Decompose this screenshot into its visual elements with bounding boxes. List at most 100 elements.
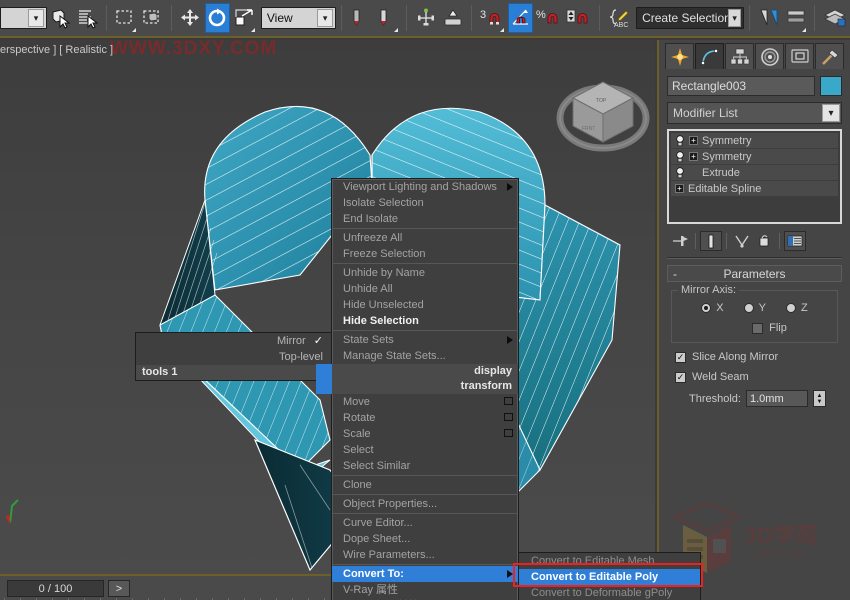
- object-name-input[interactable]: Rectangle003: [667, 76, 815, 96]
- object-color-swatch[interactable]: [820, 76, 842, 96]
- svg-text:3D学苑: 3D学苑: [745, 523, 817, 548]
- collapse-icon[interactable]: -: [673, 267, 677, 281]
- light-bulb-icon[interactable]: [675, 150, 685, 163]
- menu-item-manage-state-sets[interactable]: Manage State Sets...: [332, 348, 518, 364]
- menu-item-curve-editor[interactable]: Curve Editor...: [332, 515, 518, 531]
- select-by-name-icon[interactable]: [75, 3, 100, 33]
- pin-stack-icon[interactable]: [669, 231, 691, 251]
- submenu-item-editable-mesh[interactable]: Convert to Editable Mesh: [519, 553, 700, 569]
- menu-item-viewport-lighting[interactable]: Viewport Lighting and Shadows: [332, 179, 518, 195]
- settings-box-icon[interactable]: [504, 413, 513, 421]
- flip-checkbox[interactable]: [752, 322, 764, 334]
- hierarchy-tab[interactable]: [725, 43, 754, 69]
- spinner-snap-icon[interactable]: [565, 3, 593, 33]
- stack-item[interactable]: Extrude: [671, 165, 838, 180]
- menu-item-label: Convert To:: [343, 568, 404, 580]
- perspective-viewport[interactable]: erspective ] [ Realistic ] WWW.3DXY.COM …: [0, 40, 655, 574]
- mirror-flyout-icon[interactable]: [756, 3, 781, 33]
- stack-item[interactable]: + Symmetry: [671, 149, 838, 164]
- next-frame-button[interactable]: >: [108, 580, 130, 597]
- settings-box-icon[interactable]: [504, 429, 513, 437]
- stack-item[interactable]: + Editable Spline: [671, 181, 838, 196]
- weld-seam-checkbox[interactable]: ✓: [675, 371, 686, 383]
- menu-item-clone[interactable]: Clone: [332, 477, 518, 493]
- mirror-icon[interactable]: [440, 3, 465, 33]
- menu-item-object-properties[interactable]: Object Properties...: [332, 496, 518, 512]
- quad-left-item-top-level[interactable]: Top-level: [136, 349, 331, 365]
- threshold-spinner[interactable]: ▲ ▼: [812, 390, 826, 407]
- submenu-item-deformable-gpoly[interactable]: Convert to Deformable gPoly: [519, 585, 700, 600]
- align-icon[interactable]: [413, 3, 438, 33]
- named-selection-set-combo[interactable]: Create Selection Set ▾: [636, 7, 745, 29]
- menu-item-hide-selection[interactable]: Hide Selection: [332, 313, 518, 329]
- render-setup-icon[interactable]: [821, 3, 849, 33]
- snap-toggle-icon[interactable]: 3: [478, 3, 506, 33]
- select-object-icon[interactable]: [48, 3, 73, 33]
- create-tab[interactable]: [665, 43, 694, 69]
- menu-item-wire-parameters[interactable]: Wire Parameters...: [332, 547, 518, 563]
- menu-item-freeze-selection[interactable]: Freeze Selection: [332, 246, 518, 262]
- quad-left-item-mirror[interactable]: Mirror ✓: [136, 333, 331, 349]
- remove-modifier-icon[interactable]: [753, 231, 775, 251]
- menu-item-end-isolate[interactable]: End Isolate: [332, 211, 518, 227]
- expand-icon[interactable]: +: [689, 136, 698, 145]
- menu-item-convert-to[interactable]: Convert To:: [332, 566, 518, 582]
- light-bulb-icon[interactable]: [675, 166, 685, 179]
- angle-snap-icon[interactable]: [508, 3, 534, 33]
- menu-item-isolate-selection[interactable]: Isolate Selection: [332, 195, 518, 211]
- light-bulb-icon[interactable]: [675, 134, 685, 147]
- percent-snap-icon[interactable]: %: [535, 3, 563, 33]
- toolbar-divider: [105, 5, 107, 31]
- current-frame-field[interactable]: 0 / 100: [7, 580, 104, 597]
- modify-tab[interactable]: [695, 43, 724, 69]
- parameters-rollout-header[interactable]: - Parameters: [667, 265, 842, 282]
- expand-icon[interactable]: +: [689, 152, 698, 161]
- menu-item-hide-unselected[interactable]: Hide Unselected: [332, 297, 518, 313]
- utilities-tab[interactable]: [815, 43, 844, 69]
- slice-along-mirror-checkbox[interactable]: ✓: [675, 351, 686, 363]
- svg-text:%: %: [536, 9, 546, 21]
- make-unique-icon[interactable]: [731, 231, 753, 251]
- window-crossing-icon[interactable]: [140, 3, 165, 33]
- menu-item-move[interactable]: Move: [332, 394, 518, 410]
- menu-item-select[interactable]: Select: [332, 442, 518, 458]
- menu-item-scale[interactable]: Scale: [332, 426, 518, 442]
- stack-item-label: Symmetry: [702, 150, 752, 163]
- configure-modifier-sets-icon[interactable]: [784, 231, 806, 251]
- menu-item-dope-sheet[interactable]: Dope Sheet...: [332, 531, 518, 547]
- toolbar-divider: [471, 5, 473, 31]
- menu-item-rotate[interactable]: Rotate: [332, 410, 518, 426]
- use-selection-center-icon[interactable]: [375, 3, 400, 33]
- menu-item-state-sets[interactable]: State Sets: [332, 332, 518, 348]
- manage-layers-icon[interactable]: [783, 3, 808, 33]
- axis-y-radio[interactable]: Y: [743, 302, 766, 314]
- reference-coordinate-system[interactable]: View ▾: [260, 7, 337, 29]
- menu-item-unhide-all[interactable]: Unhide All: [332, 281, 518, 297]
- toolbar-left-combo[interactable]: ▾: [0, 7, 47, 29]
- display-tab[interactable]: [785, 43, 814, 69]
- view-cube[interactable]: TOP FRNT: [550, 60, 655, 170]
- settings-box-icon[interactable]: [504, 397, 513, 405]
- axis-tripod: [6, 499, 19, 524]
- modifier-list-dropdown[interactable]: Modifier List ▾: [667, 102, 842, 124]
- axis-z-radio[interactable]: Z: [785, 302, 808, 314]
- use-pivot-center-icon[interactable]: [348, 3, 373, 33]
- menu-item-vray-properties[interactable]: V-Ray 属性: [332, 582, 518, 598]
- modifier-stack[interactable]: + Symmetry + Symmetry Extrude + Editable…: [667, 129, 842, 224]
- expand-icon[interactable]: +: [675, 184, 684, 193]
- menu-item-select-similar[interactable]: Select Similar: [332, 458, 518, 474]
- menu-item-unhide-by-name[interactable]: Unhide by Name: [332, 265, 518, 281]
- select-and-rotate-icon[interactable]: [204, 3, 230, 33]
- select-and-move-icon[interactable]: [178, 3, 203, 33]
- divider: [695, 233, 696, 249]
- menu-item-unfreeze-all[interactable]: Unfreeze All: [332, 230, 518, 246]
- stack-item[interactable]: + Symmetry: [671, 133, 838, 148]
- select-and-scale-icon[interactable]: [232, 3, 257, 33]
- threshold-input[interactable]: 1.0mm: [745, 390, 808, 407]
- rectangular-region-icon[interactable]: [113, 3, 138, 33]
- named-selection-sets-icon[interactable]: ABC: [606, 3, 632, 33]
- motion-tab[interactable]: [755, 43, 784, 69]
- submenu-item-editable-poly[interactable]: Convert to Editable Poly: [519, 569, 700, 585]
- show-end-result-icon[interactable]: [700, 231, 722, 251]
- axis-x-radio[interactable]: X: [701, 302, 724, 314]
